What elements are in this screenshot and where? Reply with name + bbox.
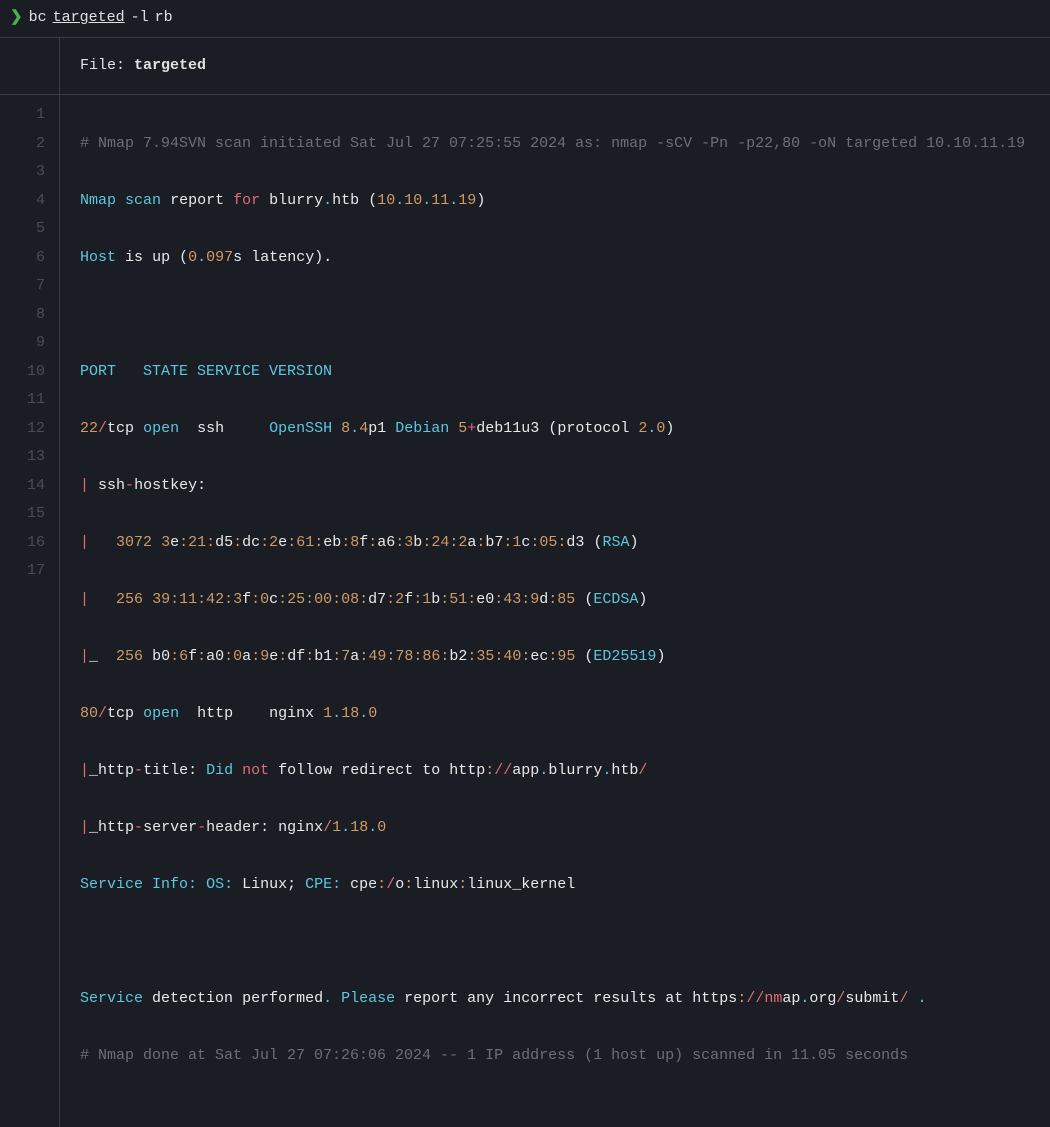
code-line: | 256 39:11:42:3f:0c:25:00:08:d7:2f:1b:5… [80, 586, 1025, 615]
code-line: PORT STATE SERVICE VERSION [80, 358, 1025, 387]
line-number: 5 [0, 215, 45, 244]
code-line [80, 928, 1025, 957]
line-number: 17 [0, 557, 45, 586]
line-number: 11 [0, 386, 45, 415]
code-line: |_http-title: Did not follow redirect to… [80, 757, 1025, 786]
file-header: File: targeted [0, 38, 1050, 96]
line-number: 6 [0, 244, 45, 273]
line-number: 4 [0, 187, 45, 216]
gutter-spacer [0, 38, 60, 95]
code-line: Service detection performed. Please repo… [80, 985, 1025, 1014]
code-line: # Nmap 7.94SVN scan initiated Sat Jul 27… [80, 130, 1025, 159]
cmd-flag: -l [131, 4, 149, 33]
line-number: 8 [0, 301, 45, 330]
line-gutter: 1 2 3 4 5 6 7 8 9 10 11 12 13 14 15 16 1… [0, 95, 60, 1127]
code-line: 80/tcp open http nginx 1.18.0 [80, 700, 1025, 729]
line-number: 13 [0, 443, 45, 472]
line-number: 2 [0, 130, 45, 159]
code-line: |_http-server-header: nginx/1.18.0 [80, 814, 1025, 843]
code-line: # Nmap done at Sat Jul 27 07:26:06 2024 … [80, 1042, 1025, 1071]
line-number: 3 [0, 158, 45, 187]
line-number: 15 [0, 500, 45, 529]
line-number: 9 [0, 329, 45, 358]
code-line [80, 301, 1025, 330]
code-line: Nmap scan report for blurry.htb (10.10.1… [80, 187, 1025, 216]
line-number: 7 [0, 272, 45, 301]
cmd-bc: bc [29, 4, 47, 33]
code-body: 1 2 3 4 5 6 7 8 9 10 11 12 13 14 15 16 1… [0, 95, 1050, 1127]
file-prefix: File: [80, 57, 134, 74]
code-line: | 3072 3e:21:d5:dc:2e:61:eb:8f:a6:3b:24:… [80, 529, 1025, 558]
line-number: 16 [0, 529, 45, 558]
file-label: File: targeted [60, 38, 226, 95]
command-prompt[interactable]: ❯ bc targeted -l rb [0, 0, 1050, 38]
code-content[interactable]: # Nmap 7.94SVN scan initiated Sat Jul 27… [60, 95, 1025, 1127]
code-line: Service Info: OS: Linux; CPE: cpe:/o:lin… [80, 871, 1025, 900]
line-number: 10 [0, 358, 45, 387]
prompt-symbol: ❯ [10, 4, 23, 33]
line-number: 12 [0, 415, 45, 444]
cmd-targeted: targeted [53, 4, 125, 33]
file-name: targeted [134, 57, 206, 74]
code-line: Host is up (0.097s latency). [80, 244, 1025, 273]
line-number: 1 [0, 101, 45, 130]
code-line: | ssh-hostkey: [80, 472, 1025, 501]
code-line: 22/tcp open ssh OpenSSH 8.4p1 Debian 5+d… [80, 415, 1025, 444]
code-line: |_ 256 b0:6f:a0:0a:9e:df:b1:7a:49:78:86:… [80, 643, 1025, 672]
cmd-rb: rb [155, 4, 173, 33]
line-number: 14 [0, 472, 45, 501]
